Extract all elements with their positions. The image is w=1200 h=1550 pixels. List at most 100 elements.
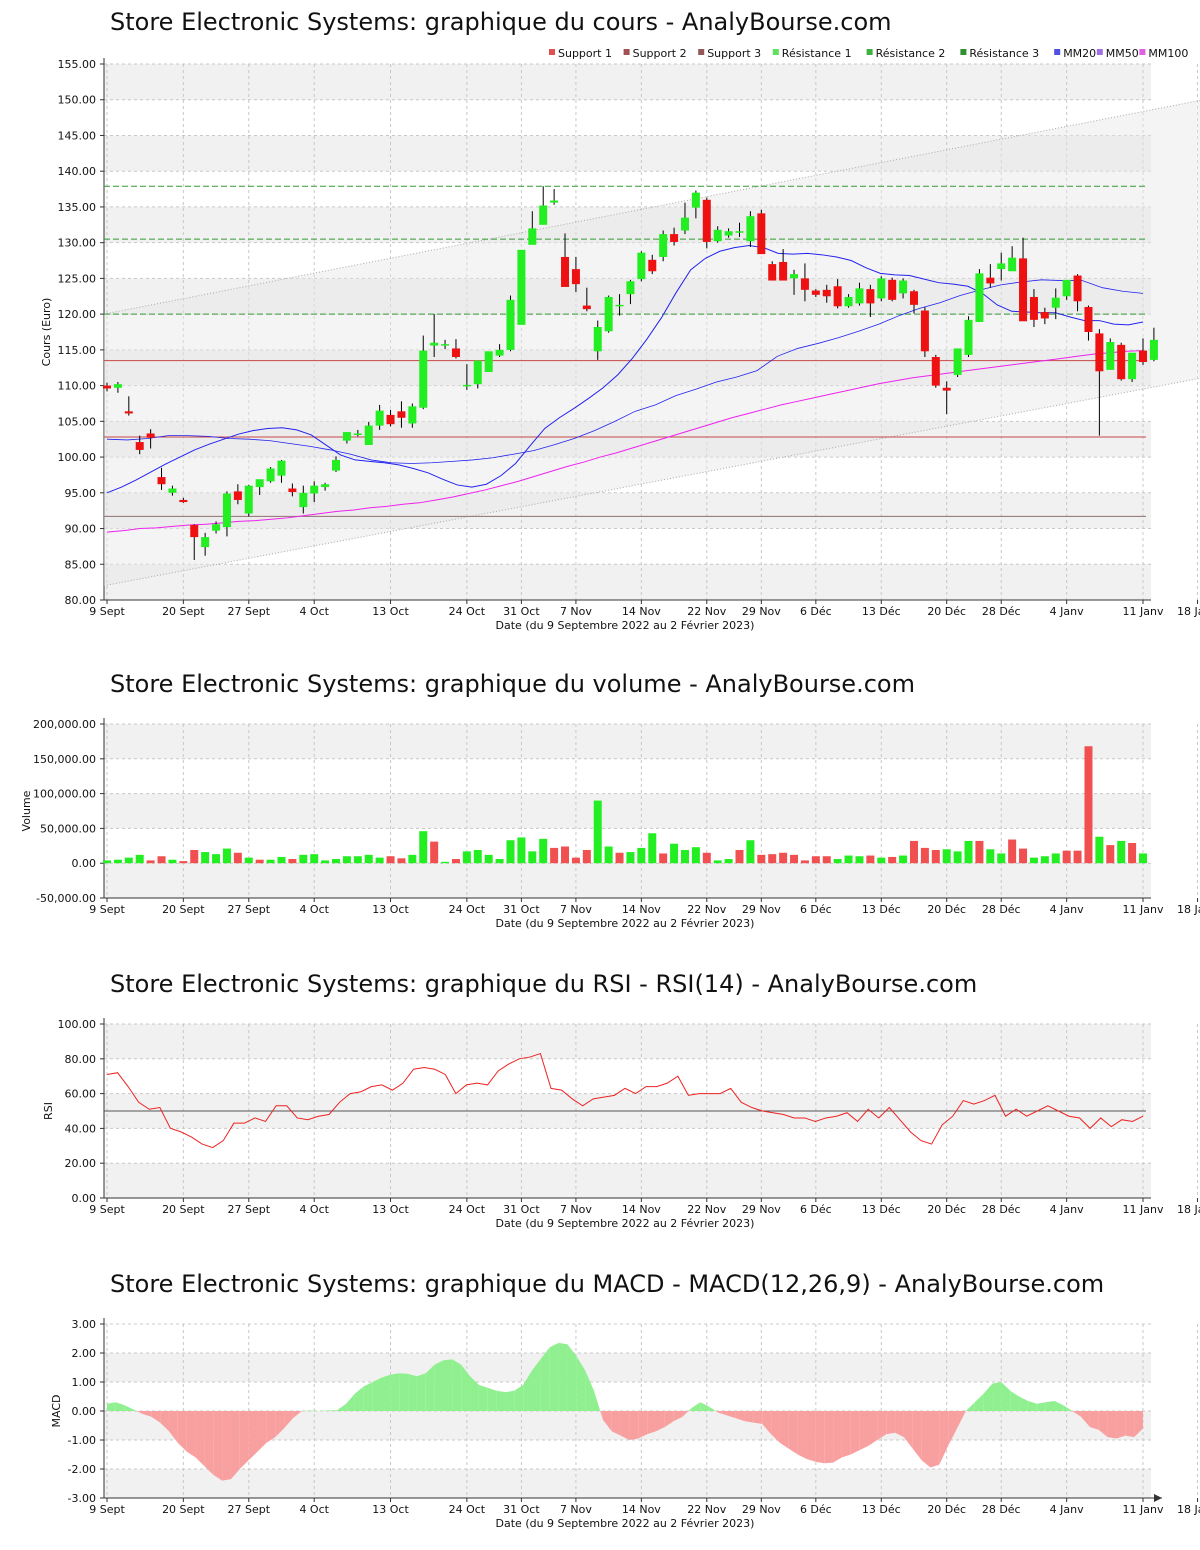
candle: [201, 537, 210, 548]
volume-bar: [724, 859, 733, 864]
candle: [233, 491, 242, 500]
macd-area: [195, 1411, 205, 1467]
x-tick-label: 29 Nov: [742, 1503, 781, 1516]
x-tick-label: 27 Sept: [227, 903, 270, 916]
x-tick-label: 29 Nov: [742, 605, 781, 618]
x-tick-label: 20 Déc: [927, 605, 966, 618]
candle: [626, 281, 635, 295]
volume-bar: [113, 859, 122, 864]
volume-bar: [877, 857, 886, 864]
macd-area: [257, 1411, 267, 1452]
price-panel: Store Electronic Systems: graphique du c…: [0, 0, 1200, 640]
volume-bar: [168, 859, 177, 864]
volume-bar: [342, 856, 351, 864]
x-tick-label: 4 Oct: [299, 605, 329, 618]
x-tick-label: 6 Déc: [800, 605, 832, 618]
candle: [997, 263, 1006, 270]
volume-bar: [135, 854, 144, 864]
volume-bar: [670, 843, 679, 864]
volume-bar: [1084, 746, 1093, 864]
x-tick-label: 22 Nov: [687, 903, 726, 916]
volume-bar: [146, 860, 155, 864]
legend-label: Support 1: [558, 47, 612, 60]
y-axis-label: Volume: [20, 790, 33, 831]
macd-area: [815, 1411, 825, 1464]
macd-area: [487, 1387, 497, 1411]
legend-swatch: [1096, 49, 1103, 55]
macd-area: [478, 1384, 488, 1411]
y-tick-label: 125.00: [58, 272, 97, 285]
volume-bar: [386, 856, 395, 864]
volume-bar: [822, 856, 831, 864]
x-tick-label: 18 Janv: [1177, 1503, 1200, 1516]
x-tick-label: 13 Oct: [372, 605, 409, 618]
candle: [408, 406, 417, 424]
candle: [135, 442, 144, 450]
macd-area: [841, 1411, 851, 1458]
candle: [1095, 333, 1104, 372]
volume-bar: [408, 854, 417, 864]
legend-swatch: [623, 49, 630, 55]
candle: [790, 274, 799, 279]
candle: [332, 459, 341, 471]
y-tick-label: 100.00: [58, 1018, 97, 1031]
macd-area: [948, 1411, 958, 1446]
legend-label: MM100: [1148, 47, 1188, 60]
legend-swatch: [698, 49, 705, 55]
macd-area: [186, 1411, 196, 1458]
volume-bar: [811, 856, 820, 864]
volume-bar: [735, 849, 744, 864]
legend-swatch: [866, 49, 873, 55]
candle: [691, 192, 700, 208]
x-tick-label: 6 Déc: [800, 1503, 832, 1516]
volume-bar: [332, 859, 341, 864]
volume-panel: Store Electronic Systems: graphique du v…: [0, 660, 1200, 940]
legend-label: Résistance 3: [969, 47, 1039, 60]
candle: [103, 385, 111, 389]
x-tick-label: 31 Oct: [503, 1503, 540, 1516]
candle: [920, 310, 929, 352]
macd-area: [354, 1386, 364, 1411]
candle: [244, 485, 253, 514]
grid-band: [104, 1024, 1151, 1059]
macd-area: [797, 1411, 807, 1459]
rsi-chart: 0.0020.0040.0060.0080.00100.009 Sept 20 S…: [42, 1018, 1200, 1230]
candle: [561, 256, 570, 287]
volume-bar: [975, 840, 984, 864]
candle: [779, 261, 788, 281]
candle: [539, 205, 548, 225]
macd-area: [204, 1411, 214, 1475]
macd-area: [177, 1411, 187, 1452]
macd-area: [496, 1390, 506, 1411]
x-tick-label: 24 Oct: [449, 605, 486, 618]
candle: [702, 199, 711, 242]
volume-bar: [790, 854, 799, 864]
macd-area: [452, 1359, 462, 1411]
candle: [637, 252, 646, 280]
macd-area: [567, 1344, 577, 1411]
macd-area: [416, 1373, 426, 1411]
candle: [746, 216, 755, 242]
legend-label: Résistance 2: [876, 47, 946, 60]
macd-area: [1036, 1402, 1046, 1411]
candle: [659, 234, 668, 257]
volume-bar: [495, 859, 504, 864]
macd-area: [930, 1411, 940, 1468]
x-tick-label: 9 Sept: [89, 1503, 125, 1516]
macd-area: [992, 1382, 1002, 1411]
macd-area: [850, 1411, 860, 1455]
x-tick-label: 13 Déc: [862, 605, 901, 618]
candle: [146, 433, 155, 438]
x-tick-label: 20 Sept: [162, 1503, 205, 1516]
x-tick-label: 31 Oct: [503, 903, 540, 916]
volume-bar: [615, 852, 624, 864]
x-tick-label: 20 Déc: [927, 1203, 966, 1216]
macd-area: [346, 1393, 355, 1411]
candle: [680, 217, 689, 231]
y-tick-label: 110.00: [58, 380, 97, 393]
y-tick-label: 115.00: [58, 344, 97, 357]
volume-bar: [561, 846, 570, 864]
macd-area: [514, 1384, 524, 1411]
y-tick-label: 200,000.00: [33, 718, 96, 731]
candle: [277, 460, 286, 476]
